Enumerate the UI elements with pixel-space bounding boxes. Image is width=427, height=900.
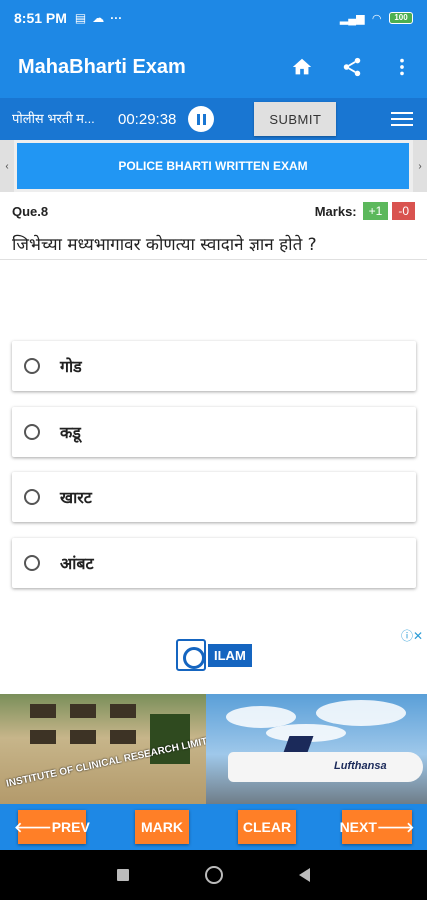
home-icon (292, 58, 312, 75)
overflow-menu-button[interactable] (377, 42, 427, 92)
message-icon: ▤ (74, 11, 87, 25)
radio-button[interactable] (24, 424, 40, 440)
building-window (30, 704, 56, 718)
ad-banner-image[interactable]: INSTITUTE OF CLINICAL RESEARCH LIMITED L… (0, 694, 427, 804)
airline-text: Lufthansa (334, 760, 387, 772)
menu-icon-line (391, 123, 413, 127)
option-text: खारट (60, 488, 92, 507)
plane-body (228, 752, 423, 782)
battery-icon: 100 (389, 12, 413, 24)
airplane-image: Lufthansa (206, 694, 427, 804)
status-bar: 8:51 PM ▤ ☁ ··· ▂▄▆ ◠ 100 (0, 0, 427, 36)
menu-icon-line (391, 111, 413, 115)
share-icon (343, 57, 361, 77)
signal-icon: ▂▄▆ (339, 12, 365, 25)
exam-name: पोलीस भरती म... (12, 111, 95, 126)
ilam-emblem-icon (176, 639, 206, 671)
home-button[interactable] (277, 42, 327, 92)
radio-button[interactable] (24, 489, 40, 505)
section-selector: ‹ POLICE BHARTI WRITTEN EXAM › (0, 140, 427, 192)
system-nav-bar (0, 850, 427, 900)
section-next-arrow[interactable]: › (413, 140, 427, 192)
cloud (316, 700, 406, 726)
clear-button[interactable]: CLEAR (238, 810, 296, 844)
cloud-icon: ☁ (92, 11, 105, 25)
question-header: Que.8 Marks: +1 -0 (0, 197, 427, 225)
building-window (70, 730, 96, 744)
marks-label: Marks: (314, 203, 357, 219)
pause-icon-bar (202, 113, 206, 125)
ad-info-icon[interactable]: ⓘ✕ (401, 627, 423, 644)
pause-button[interactable] (188, 106, 215, 132)
recent-apps-icon[interactable] (117, 869, 129, 881)
pause-icon-bar (196, 113, 200, 125)
radio-button[interactable] (24, 555, 40, 571)
menu-icon-line (391, 117, 413, 121)
exam-timer: 00:29:38 (118, 110, 177, 128)
share-button[interactable] (327, 42, 377, 92)
exam-toolbar: पोलीस भरती म... 00:29:38 SUBMIT (0, 98, 427, 140)
building-window (110, 730, 136, 744)
option-text: आंबट (60, 554, 94, 573)
app-title: MahaBharti Exam (18, 55, 186, 78)
building-image: INSTITUTE OF CLINICAL RESEARCH LIMITED (0, 694, 222, 804)
ad-banner-logo[interactable]: ⓘ✕ ILAM (0, 625, 427, 691)
home-circle-icon[interactable] (205, 866, 223, 884)
app-bar: MahaBharti Exam (0, 36, 427, 98)
ilam-logo: ILAM (176, 639, 252, 671)
question-text: जिभेच्या मध्यभागावर कोणत्या स्वादाने ज्ञ… (0, 228, 427, 260)
option-text: कडू (60, 423, 81, 442)
option-1[interactable]: गोड (12, 341, 416, 391)
question-number: Que.8 (12, 203, 49, 219)
ilam-logo-text: ILAM (208, 643, 252, 667)
marks-minus-badge: -0 (392, 202, 415, 220)
more-notifications-icon: ··· (110, 11, 123, 25)
option-4[interactable]: आंबट (12, 538, 416, 588)
radio-button[interactable] (24, 358, 40, 374)
option-text: गोड (60, 357, 82, 376)
building-window (110, 704, 136, 718)
marks-plus-badge: +1 (362, 202, 389, 220)
question-nav-bar: 🡐PREV MARK CLEAR NEXT🡒 (0, 804, 427, 850)
hamburger-menu-button[interactable] (391, 108, 413, 130)
section-prev-arrow[interactable]: ‹ (0, 140, 14, 192)
status-time: 8:51 PM (14, 10, 67, 26)
building-window (70, 704, 96, 718)
back-icon[interactable] (299, 868, 310, 882)
prev-button[interactable]: 🡐PREV (14, 810, 90, 844)
section-tab[interactable]: POLICE BHARTI WRITTEN EXAM (17, 143, 409, 189)
next-button[interactable]: NEXT🡒 (340, 810, 414, 844)
more-vert-icon (400, 58, 404, 76)
option-2[interactable]: कडू (12, 407, 416, 457)
marks-info: Marks: +1 -0 (315, 202, 415, 220)
wifi-icon: ◠ (372, 12, 381, 25)
building-window (30, 730, 56, 744)
submit-button[interactable]: SUBMIT (254, 102, 337, 136)
mark-button[interactable]: MARK (135, 810, 189, 844)
option-3[interactable]: खारट (12, 472, 416, 522)
